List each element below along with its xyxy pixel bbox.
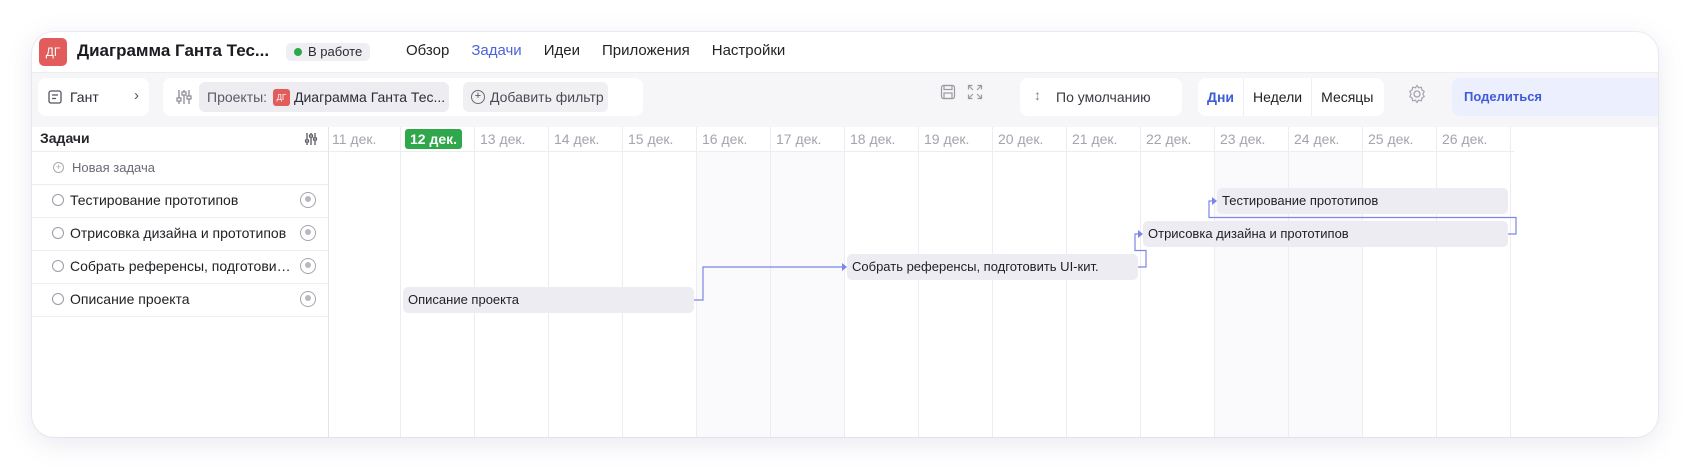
dependency-link	[1134, 233, 1147, 268]
share-button[interactable]: Поделиться	[1452, 78, 1658, 116]
gantt-view-icon	[48, 90, 62, 104]
filter-bar: Проекты: ДГ Диаграмма Ганта Тес... + Доб…	[163, 78, 643, 116]
task-row[interactable]: Собрать референсы, подготовить UI-кит.	[32, 250, 328, 284]
task-name: Собрать референсы, подготовить UI-кит.	[70, 258, 295, 274]
new-task-button[interactable]: + Новая задача	[32, 151, 328, 185]
status-label: В работе	[308, 44, 363, 59]
view-select[interactable]: Гант ›	[38, 78, 149, 116]
dependency-links	[694, 197, 1517, 301]
task-checkbox[interactable]	[52, 194, 64, 206]
gear-icon[interactable]	[1407, 84, 1427, 104]
status-badge[interactable]: В работе	[286, 43, 371, 61]
nav-apps[interactable]: Приложения	[602, 42, 690, 59]
task-row[interactable]: Отрисовка дизайна и прототипов	[32, 217, 328, 251]
project-nav: Обзор Задачи Идеи Приложения Настройки	[406, 42, 807, 59]
task-list: Задачи + Новая задача Тестирование прото…	[32, 127, 329, 437]
sort-select[interactable]: ↕ По умолчанию	[1020, 78, 1182, 116]
project-avatar[interactable]: ДГ	[39, 38, 67, 66]
project-filter-value: Диаграмма Ганта Тес...	[294, 89, 446, 105]
link-arrow-icon	[1212, 197, 1217, 205]
project-filter-label: Проекты:	[207, 89, 268, 105]
dependency-link	[694, 266, 842, 301]
task-checkbox[interactable]	[52, 293, 64, 305]
columns-settings-icon[interactable]	[304, 132, 318, 146]
sort-label: По умолчанию	[1056, 89, 1151, 105]
nav-settings[interactable]: Настройки	[712, 42, 786, 59]
task-checkbox[interactable]	[52, 227, 64, 239]
link-arrow-icon	[842, 263, 847, 271]
assignee-icon[interactable]	[300, 291, 316, 307]
project-header: ДГ Диаграмма Ганта Тес... В работе Обзор…	[32, 32, 1658, 73]
project-filter-avatar: ДГ	[273, 89, 290, 106]
link-arrow-icon	[1138, 230, 1143, 238]
task-name: Тестирование прототипов	[70, 192, 239, 208]
task-list-header: Задачи	[32, 127, 328, 152]
plus-circle-icon: +	[53, 162, 64, 173]
toolbar: Гант › Проекты: ДГ Диаграмма Ганта Тес..…	[32, 73, 1658, 127]
dependency-link	[1208, 200, 1517, 235]
scale-switch: Дни Недели Месяцы	[1198, 78, 1384, 116]
scale-tab-weeks[interactable]: Недели	[1244, 78, 1313, 116]
sort-arrow-icon: ↕	[1034, 87, 1041, 103]
expand-icon[interactable]	[967, 84, 983, 100]
status-dot-icon	[294, 48, 302, 56]
project-title[interactable]: Диаграмма Ганта Тес...	[77, 41, 269, 61]
filter-settings-icon[interactable]	[175, 88, 193, 106]
plus-circle-icon: +	[471, 90, 485, 104]
add-filter-label: Добавить фильтр	[490, 89, 604, 105]
task-list-title: Задачи	[40, 130, 90, 146]
task-row[interactable]: Тестирование прототипов	[32, 184, 328, 218]
assignee-icon[interactable]	[300, 225, 316, 241]
add-filter-button[interactable]: + Добавить фильтр	[463, 82, 608, 112]
save-icon[interactable]	[940, 84, 956, 100]
view-select-label: Гант	[70, 89, 99, 105]
assignee-icon[interactable]	[300, 258, 316, 274]
task-row[interactable]: Описание проекта	[32, 283, 328, 317]
project-filter-chip[interactable]: Проекты: ДГ Диаграмма Ганта Тес...	[199, 82, 449, 112]
app-window: ДГ Диаграмма Ганта Тес... В работе Обзор…	[32, 32, 1658, 437]
chevron-right-icon: ›	[134, 87, 139, 104]
gantt-timeline: 11 дек. 12 дек. 13 дек. 14 дек. 15 дек. 16 де…	[329, 127, 1658, 437]
task-name: Отрисовка дизайна и прототипов	[70, 225, 287, 241]
nav-tasks[interactable]: Задачи	[471, 42, 521, 59]
new-task-label: Новая задача	[72, 160, 155, 175]
nav-overview[interactable]: Обзор	[406, 42, 449, 59]
task-checkbox[interactable]	[52, 260, 64, 272]
assignee-icon[interactable]	[300, 192, 316, 208]
nav-ideas[interactable]: Идеи	[544, 42, 580, 59]
scale-tab-months[interactable]: Месяцы	[1312, 78, 1382, 116]
scale-tab-days[interactable]: Дни	[1198, 78, 1245, 116]
task-name: Описание проекта	[70, 291, 190, 307]
